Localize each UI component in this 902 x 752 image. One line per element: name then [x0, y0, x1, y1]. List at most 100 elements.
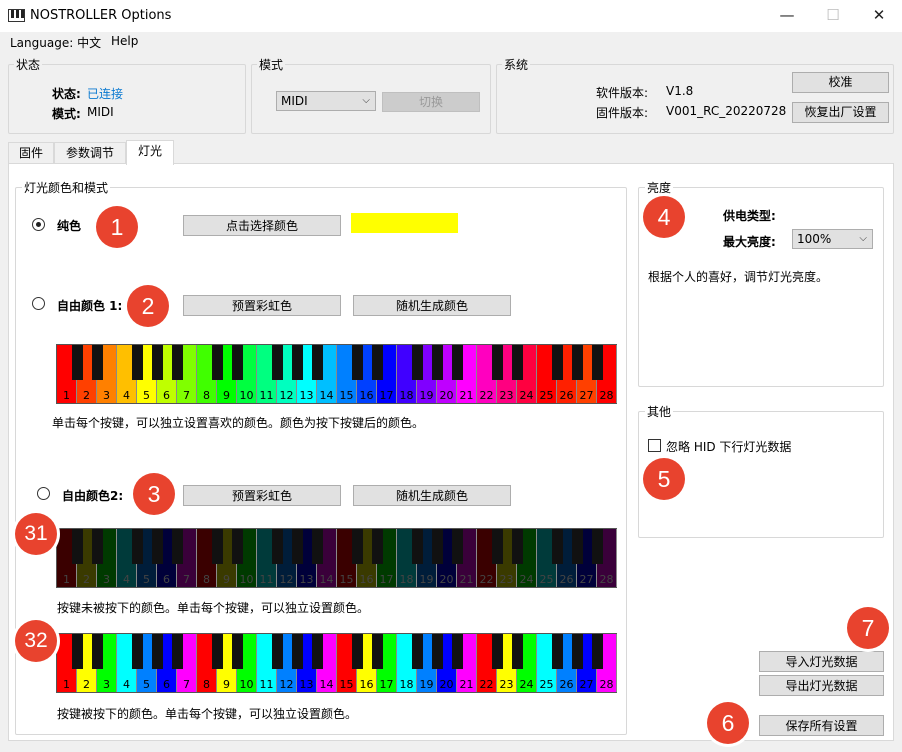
black-key[interactable]	[72, 345, 83, 380]
black-key[interactable]	[272, 529, 283, 564]
black-key[interactable]	[152, 529, 163, 564]
black-key[interactable]	[292, 634, 303, 669]
menu-help[interactable]: Help	[111, 34, 138, 48]
export-light-data-button[interactable]: 导出灯光数据	[759, 675, 884, 696]
black-key[interactable]	[432, 529, 443, 564]
black-key[interactable]	[172, 529, 183, 564]
black-key[interactable]	[312, 634, 323, 669]
keyboard-free2-unpressed[interactable]: 1 2 3 4 5 6 7 8 9 10 11 12 13 14 15 16 17 18 19 20 21 22 23 24 2…	[56, 528, 617, 588]
black-key[interactable]	[172, 634, 183, 669]
free-color-2-radio[interactable]	[37, 487, 50, 500]
black-key[interactable]	[452, 345, 463, 380]
black-key[interactable]	[512, 634, 523, 669]
black-key[interactable]	[572, 345, 583, 380]
black-key[interactable]	[312, 345, 323, 380]
black-key[interactable]	[492, 529, 503, 564]
black-key[interactable]	[152, 634, 163, 669]
black-key[interactable]	[552, 529, 563, 564]
black-key[interactable]	[372, 634, 383, 669]
black-key[interactable]	[152, 345, 163, 380]
switch-mode-button[interactable]: 切换	[382, 92, 480, 112]
black-key[interactable]	[132, 634, 143, 669]
black-key[interactable]	[92, 529, 103, 564]
keyboard-free2-pressed[interactable]: 1 2 3 4 5 6 7 8 9 10 11 12 13 14 15 16 17 18 19 20 21 22 23 24 2…	[56, 633, 617, 693]
mode-select[interactable]: MIDI ⌵	[276, 91, 376, 111]
black-key[interactable]	[172, 345, 183, 380]
free-color-1-radio[interactable]	[32, 297, 45, 310]
black-key[interactable]	[592, 529, 603, 564]
tab-lighting[interactable]: 灯光	[126, 140, 174, 165]
black-key[interactable]	[552, 634, 563, 669]
black-key[interactable]	[412, 345, 423, 380]
max-brightness-value: 100%	[797, 232, 832, 246]
max-brightness-select[interactable]: 100% ⌵	[792, 229, 873, 249]
chevron-down-icon: ⌵	[859, 233, 867, 244]
black-key[interactable]	[412, 529, 423, 564]
black-key[interactable]	[372, 345, 383, 380]
menu-language[interactable]: Language: 中文	[10, 34, 101, 51]
black-key[interactable]	[512, 529, 523, 564]
black-key[interactable]	[92, 345, 103, 380]
black-key[interactable]	[572, 529, 583, 564]
solid-color-swatch[interactable]	[351, 213, 458, 233]
brightness-group-title: 亮度	[645, 179, 674, 196]
black-key[interactable]	[492, 634, 503, 669]
black-key[interactable]	[432, 634, 443, 669]
free1-preset-rainbow-button[interactable]: 预置彩虹色	[183, 295, 341, 316]
black-key[interactable]	[292, 345, 303, 380]
black-key[interactable]	[92, 634, 103, 669]
black-key[interactable]	[232, 634, 243, 669]
calibrate-button[interactable]: 校准	[792, 72, 889, 93]
black-key[interactable]	[452, 634, 463, 669]
tab-parameters[interactable]: 参数调节	[54, 142, 126, 164]
black-key[interactable]	[352, 345, 363, 380]
black-key[interactable]	[352, 529, 363, 564]
max-brightness-label: 最大亮度:	[723, 235, 776, 249]
maximize-button[interactable]: ☐	[810, 0, 856, 32]
black-key[interactable]	[352, 634, 363, 669]
black-key[interactable]	[592, 345, 603, 380]
annotation-badge-6: 6	[707, 702, 749, 744]
black-key[interactable]	[592, 634, 603, 669]
black-key[interactable]	[212, 345, 223, 380]
black-key[interactable]	[272, 634, 283, 669]
black-key[interactable]	[232, 345, 243, 380]
black-key[interactable]	[232, 529, 243, 564]
chevron-down-icon: ⌵	[362, 95, 370, 106]
free2-preset-rainbow-button[interactable]: 预置彩虹色	[183, 485, 341, 506]
software-version-label: 软件版本:	[596, 86, 649, 100]
black-key[interactable]	[312, 529, 323, 564]
black-key[interactable]	[292, 529, 303, 564]
black-key[interactable]	[552, 345, 563, 380]
black-key[interactable]	[452, 529, 463, 564]
black-key[interactable]	[212, 634, 223, 669]
black-key[interactable]	[512, 345, 523, 380]
mode-value: MIDI	[87, 105, 114, 119]
minimize-button[interactable]: —	[764, 0, 810, 32]
import-light-data-button[interactable]: 导入灯光数据	[759, 651, 884, 672]
annotation-badge-3: 3	[133, 473, 175, 515]
black-key[interactable]	[72, 634, 83, 669]
black-key[interactable]	[432, 345, 443, 380]
keyboard-free1[interactable]: 1 2 3 4 5 6 7 8 9 10 11 12 13 14 15 16 17 18 19 20 21 22 23 24 2…	[56, 344, 617, 404]
free1-random-color-button[interactable]: 随机生成颜色	[353, 295, 511, 316]
free2-random-color-button[interactable]: 随机生成颜色	[353, 485, 511, 506]
factory-reset-button[interactable]: 恢复出厂设置	[792, 102, 889, 123]
black-key[interactable]	[492, 345, 503, 380]
state-value: 已连接	[87, 87, 124, 101]
save-all-button[interactable]: 保存所有设置	[759, 715, 884, 736]
pick-color-button[interactable]: 点击选择颜色	[183, 215, 341, 236]
black-key[interactable]	[372, 529, 383, 564]
black-key[interactable]	[272, 345, 283, 380]
close-button[interactable]: ✕	[856, 0, 902, 32]
black-key[interactable]	[72, 529, 83, 564]
black-key[interactable]	[412, 634, 423, 669]
solid-color-radio[interactable]	[32, 218, 45, 231]
black-key[interactable]	[132, 345, 143, 380]
black-key[interactable]	[572, 634, 583, 669]
black-key[interactable]	[212, 529, 223, 564]
window-title: NOSTROLLER Options	[30, 8, 172, 23]
tab-firmware[interactable]: 固件	[8, 142, 54, 164]
black-key[interactable]	[132, 529, 143, 564]
ignore-hid-checkbox[interactable]	[648, 439, 661, 452]
